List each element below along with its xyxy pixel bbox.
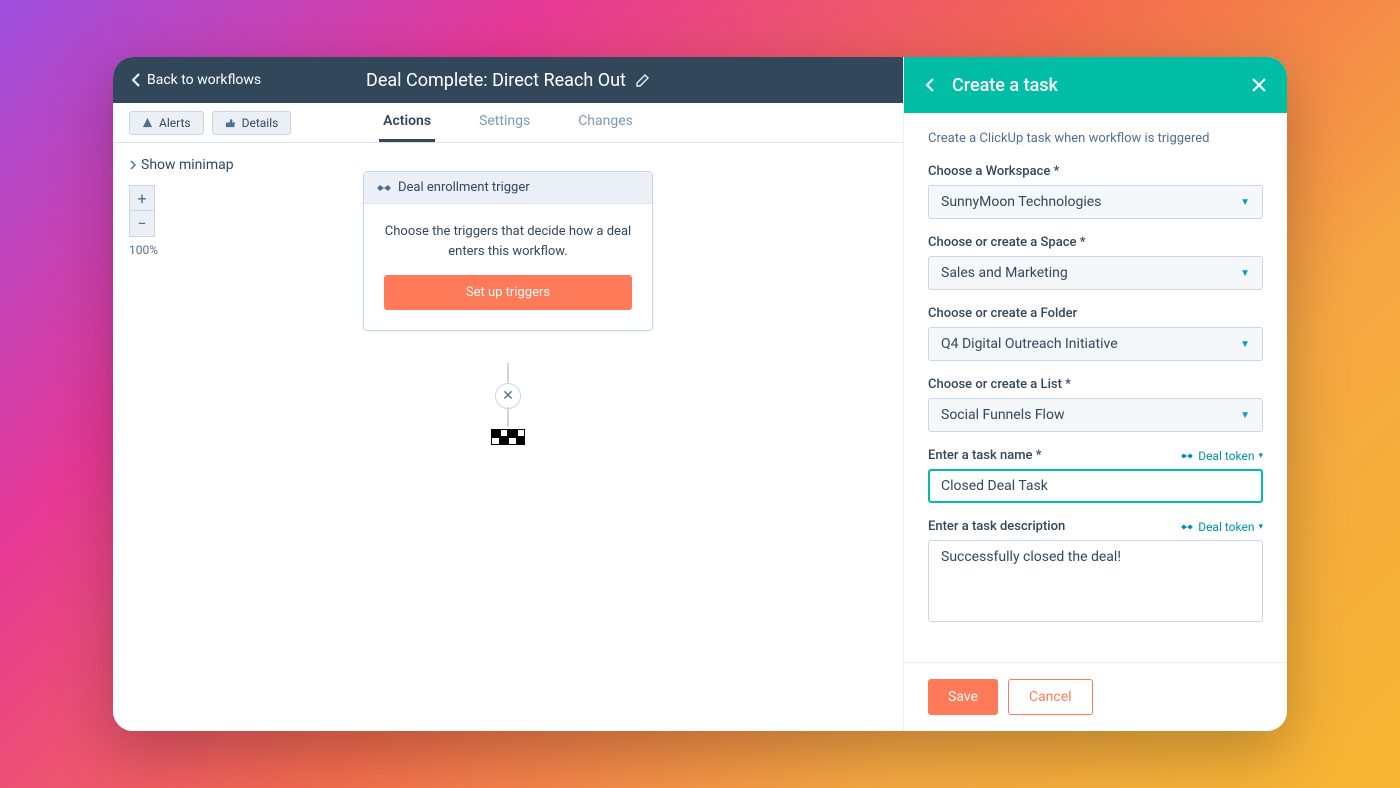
caret-down-icon: ▾ xyxy=(1258,522,1263,532)
panel-title: Create a task xyxy=(952,75,1235,96)
chevron-left-icon xyxy=(924,77,936,93)
tab-settings[interactable]: Settings xyxy=(475,103,534,142)
folder-select[interactable]: Q4 Digital Outreach Initiative ▼ xyxy=(928,327,1263,361)
main-column: Back to workflows Deal Complete: Direct … xyxy=(113,57,903,731)
deal-token-link[interactable]: Deal token ▾ xyxy=(1180,520,1263,534)
finish-flag-icon xyxy=(491,429,525,445)
panel-description: Create a ClickUp task when workflow is t… xyxy=(928,131,1263,146)
deal-token-label: Deal token xyxy=(1198,449,1254,463)
trigger-card-header: Deal enrollment trigger xyxy=(364,172,652,204)
pencil-icon xyxy=(636,73,650,87)
trigger-card-body: Choose the triggers that decide how a de… xyxy=(364,204,652,330)
trigger-description: Choose the triggers that decide how a de… xyxy=(384,222,632,261)
workspace-label: Choose a Workspace * xyxy=(928,164,1263,179)
task-name-label: Enter a task name * xyxy=(928,448,1042,463)
space-select[interactable]: Sales and Marketing ▼ xyxy=(928,256,1263,290)
alerts-label: Alerts xyxy=(159,116,191,130)
workspace-value: SunnyMoon Technologies xyxy=(941,194,1101,210)
trigger-title: Deal enrollment trigger xyxy=(398,180,530,195)
details-label: Details xyxy=(242,116,279,130)
deal-token-label: Deal token xyxy=(1198,520,1254,534)
field-task-name: Enter a task name * Deal token ▾ xyxy=(928,448,1263,503)
space-value: Sales and Marketing xyxy=(941,265,1068,281)
workflow-canvas[interactable]: Show minimap + − 100% Deal enrollment tr… xyxy=(113,143,903,731)
caret-down-icon: ▼ xyxy=(1240,197,1250,208)
handshake-icon xyxy=(1180,451,1194,461)
field-folder: Choose or create a Folder Q4 Digital Out… xyxy=(928,306,1263,361)
workspace-select[interactable]: SunnyMoon Technologies ▼ xyxy=(928,185,1263,219)
top-bar: Back to workflows Deal Complete: Direct … xyxy=(113,57,903,103)
zoom-out-button[interactable]: − xyxy=(129,211,155,237)
field-space: Choose or create a Space * Sales and Mar… xyxy=(928,235,1263,290)
sub-bar: Alerts Details Actions Settings Changes xyxy=(113,103,903,143)
field-list: Choose or create a List * Social Funnels… xyxy=(928,377,1263,432)
chevron-left-icon xyxy=(131,73,141,87)
workflow-title: Deal Complete: Direct Reach Out xyxy=(366,70,626,91)
list-select[interactable]: Social Funnels Flow ▼ xyxy=(928,398,1263,432)
trigger-card[interactable]: Deal enrollment trigger Choose the trigg… xyxy=(363,171,653,331)
chevron-right-icon xyxy=(129,160,137,170)
tab-changes[interactable]: Changes xyxy=(574,103,637,142)
remove-node-button[interactable]: ✕ xyxy=(495,383,521,409)
handshake-icon xyxy=(376,182,392,194)
folder-label: Choose or create a Folder xyxy=(928,306,1263,321)
thumbs-up-icon xyxy=(225,117,236,128)
show-minimap-link[interactable]: Show minimap xyxy=(129,157,234,173)
setup-triggers-button[interactable]: Set up triggers xyxy=(384,275,632,310)
list-value: Social Funnels Flow xyxy=(941,407,1064,423)
details-button[interactable]: Details xyxy=(212,111,292,135)
caret-down-icon: ▼ xyxy=(1240,339,1250,350)
space-label: Choose or create a Space * xyxy=(928,235,1263,250)
deal-token-link[interactable]: Deal token ▾ xyxy=(1180,449,1263,463)
caret-down-icon: ▼ xyxy=(1240,268,1250,279)
panel-header: Create a task xyxy=(904,57,1287,113)
panel-close-button[interactable] xyxy=(1251,77,1267,93)
task-desc-textarea[interactable] xyxy=(928,540,1263,622)
zoom-controls: + − 100% xyxy=(129,185,158,257)
connector-line xyxy=(507,363,509,383)
warning-icon xyxy=(142,117,153,128)
save-button[interactable]: Save xyxy=(928,679,998,715)
back-to-workflows-link[interactable]: Back to workflows xyxy=(131,72,261,88)
back-label: Back to workflows xyxy=(147,72,261,88)
field-workspace: Choose a Workspace * SunnyMoon Technolog… xyxy=(928,164,1263,219)
panel-back-button[interactable] xyxy=(924,77,936,93)
side-panel: Create a task Create a ClickUp task when… xyxy=(903,57,1287,731)
cancel-button[interactable]: Cancel xyxy=(1008,679,1093,715)
caret-down-icon: ▼ xyxy=(1240,410,1250,421)
list-label: Choose or create a List * xyxy=(928,377,1263,392)
close-icon xyxy=(1251,77,1267,93)
tab-actions[interactable]: Actions xyxy=(379,103,435,142)
minimap-label: Show minimap xyxy=(141,157,234,173)
field-task-description: Enter a task description Deal token ▾ xyxy=(928,519,1263,626)
edit-title-button[interactable] xyxy=(636,73,650,87)
task-desc-label: Enter a task description xyxy=(928,519,1065,534)
folder-value: Q4 Digital Outreach Initiative xyxy=(941,336,1118,352)
app-window: Back to workflows Deal Complete: Direct … xyxy=(113,57,1287,731)
task-name-input[interactable] xyxy=(928,469,1263,503)
panel-body: Create a ClickUp task when workflow is t… xyxy=(904,113,1287,662)
panel-footer: Save Cancel xyxy=(904,662,1287,731)
caret-down-icon: ▾ xyxy=(1258,451,1263,461)
zoom-level: 100% xyxy=(129,243,158,257)
alerts-button[interactable]: Alerts xyxy=(129,111,204,135)
handshake-icon xyxy=(1180,522,1194,532)
connector-line xyxy=(507,407,509,427)
zoom-in-button[interactable]: + xyxy=(129,185,155,211)
